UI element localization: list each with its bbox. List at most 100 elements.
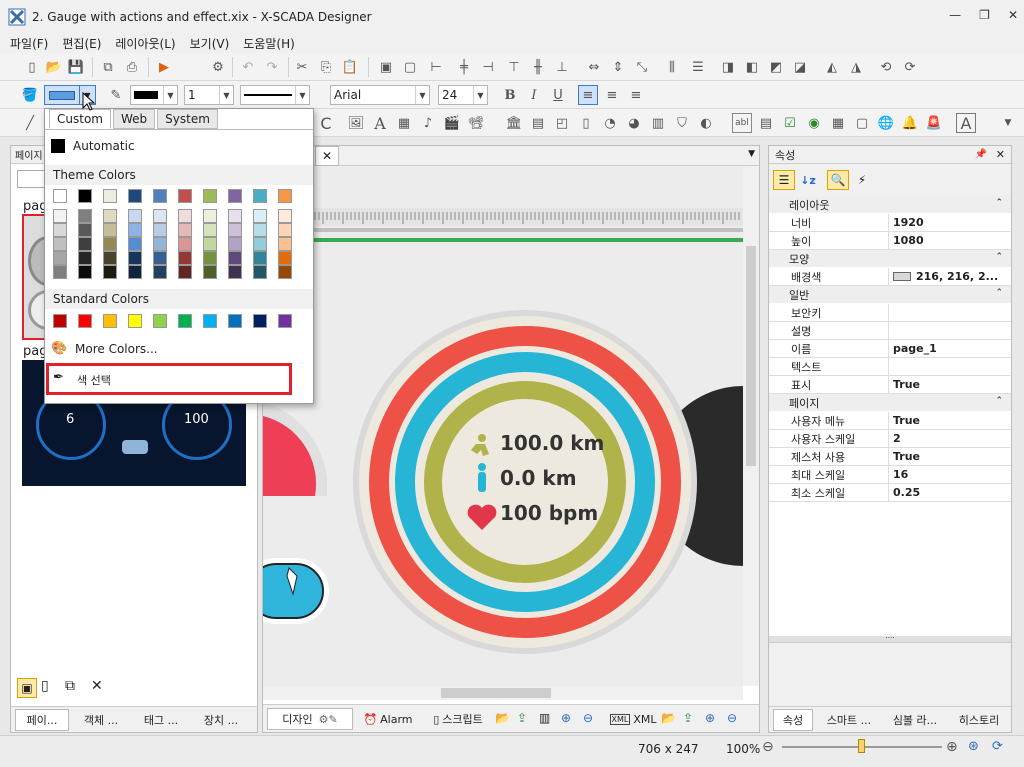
property-row[interactable]: 이름 page_1 bbox=[769, 340, 1011, 358]
same-size-icon[interactable]: ⤡ bbox=[632, 57, 652, 77]
radio-tool-icon[interactable]: ◉ bbox=[804, 113, 824, 133]
video-tool-icon[interactable]: 🎬 bbox=[442, 113, 462, 133]
theme-shade-swatch[interactable] bbox=[78, 209, 92, 223]
theme-shade-swatch[interactable] bbox=[103, 265, 117, 279]
theme-shade-swatch[interactable] bbox=[203, 209, 217, 223]
zoom-in-button[interactable]: ⊕ bbox=[946, 739, 958, 755]
undo-icon[interactable]: ↶ bbox=[238, 57, 258, 77]
theme-shade-swatch[interactable] bbox=[78, 251, 92, 265]
theme-shade-swatch[interactable] bbox=[128, 251, 142, 265]
gauge-linear-icon[interactable]: ▯ bbox=[576, 113, 596, 133]
theme-shade-swatch[interactable] bbox=[103, 251, 117, 265]
theme-shade-swatch[interactable] bbox=[153, 251, 167, 265]
vertical-scrollbar[interactable] bbox=[743, 166, 759, 686]
tab-devices[interactable]: 장치 ... bbox=[193, 709, 249, 731]
alarm-light-icon[interactable]: 🚨 bbox=[924, 113, 944, 133]
theme-shade-swatch[interactable] bbox=[178, 209, 192, 223]
backward-icon[interactable]: ◪ bbox=[790, 57, 810, 77]
theme-shade-swatch[interactable] bbox=[278, 251, 292, 265]
bar-tool-icon[interactable]: ▥ bbox=[648, 113, 668, 133]
script-open-icon[interactable]: 📂 bbox=[495, 711, 510, 725]
trend-tool-icon[interactable]: ◰ bbox=[552, 113, 572, 133]
menu-file[interactable]: 파일(F) bbox=[10, 35, 48, 52]
xml-zoom-out-icon[interactable]: ⊖ bbox=[727, 711, 737, 725]
property-value[interactable] bbox=[889, 322, 1011, 340]
categorized-icon[interactable]: ☰ bbox=[773, 170, 795, 190]
theme-color-swatch[interactable] bbox=[278, 189, 292, 203]
list-tool-icon[interactable]: ▤ bbox=[756, 113, 776, 133]
sort-az-icon[interactable]: ↓z bbox=[797, 170, 819, 190]
new-file-icon[interactable]: ▯ bbox=[22, 57, 42, 77]
theme-shade-swatch[interactable] bbox=[53, 265, 67, 279]
theme-shade-swatch[interactable] bbox=[278, 223, 292, 237]
group-icon[interactable]: ▣ bbox=[376, 57, 396, 77]
theme-shade-swatch[interactable] bbox=[203, 223, 217, 237]
horizontal-scroll-thumb[interactable] bbox=[441, 688, 551, 698]
grid-tool-icon[interactable]: ▦ bbox=[828, 113, 848, 133]
standard-color-swatch[interactable] bbox=[178, 314, 192, 328]
tab-tags[interactable]: 태그 ... bbox=[133, 709, 189, 731]
close-button[interactable]: ✕ bbox=[1008, 8, 1018, 22]
same-height-icon[interactable]: ⇕ bbox=[608, 57, 628, 77]
theme-shade-swatch[interactable] bbox=[228, 209, 242, 223]
property-category[interactable]: 레이아웃 bbox=[769, 196, 1011, 213]
standard-color-swatch[interactable] bbox=[203, 314, 217, 328]
xml-open-icon[interactable]: 📂 bbox=[661, 711, 676, 725]
align-left-icon[interactable]: ⊢ bbox=[426, 57, 446, 77]
chevron-down-icon[interactable]: ▼ bbox=[219, 86, 233, 104]
property-row[interactable]: 설명 bbox=[769, 322, 1011, 340]
menu-layout[interactable]: 레이아웃(L) bbox=[115, 35, 175, 52]
chevron-down-icon[interactable]: ▼ bbox=[295, 86, 309, 104]
cut-icon[interactable]: ✂ bbox=[292, 57, 312, 77]
theme-shade-swatch[interactable] bbox=[228, 265, 242, 279]
standard-color-swatch[interactable] bbox=[228, 314, 242, 328]
theme-color-swatch[interactable] bbox=[178, 189, 192, 203]
refresh-zoom-icon[interactable]: ⟳ bbox=[992, 739, 1003, 754]
chevron-up-icon[interactable]: ⌃ bbox=[995, 288, 1003, 298]
new-page-icon[interactable]: ▯ bbox=[41, 678, 49, 694]
theme-shade-swatch[interactable] bbox=[78, 265, 92, 279]
property-category[interactable]: 일반 bbox=[769, 286, 1011, 303]
property-value[interactable] bbox=[889, 358, 1011, 376]
line-style-select[interactable]: ▼ bbox=[240, 85, 310, 105]
theme-color-swatch[interactable] bbox=[53, 189, 67, 203]
events-view-icon[interactable]: ⚡ bbox=[851, 170, 873, 190]
theme-shade-swatch[interactable] bbox=[78, 223, 92, 237]
properties-view-icon[interactable]: 🔍 bbox=[827, 170, 849, 190]
align-center-icon[interactable]: ╪ bbox=[454, 57, 474, 77]
align-bottom-icon[interactable]: ⊥ bbox=[552, 57, 572, 77]
copy-page-icon[interactable]: ⧉ bbox=[65, 678, 75, 694]
tab-history[interactable]: 히스토리 bbox=[949, 709, 1009, 731]
panel-tool-icon[interactable]: ▤ bbox=[528, 113, 548, 133]
tab-list-icon[interactable]: ▼ bbox=[748, 149, 755, 159]
theme-shade-swatch[interactable] bbox=[153, 265, 167, 279]
distribute-v-icon[interactable]: ☰ bbox=[688, 57, 708, 77]
tab-web[interactable]: Web bbox=[112, 109, 156, 129]
theme-shade-swatch[interactable] bbox=[103, 237, 117, 251]
rotate-right-icon[interactable]: ⟳ bbox=[900, 57, 920, 77]
tab-xml[interactable]: XML XML bbox=[609, 708, 657, 730]
fit-zoom-icon[interactable]: ⊛ bbox=[968, 739, 979, 754]
property-value[interactable]: True bbox=[889, 376, 1011, 394]
align-middle-icon[interactable]: ╫ bbox=[528, 57, 548, 77]
tab-smart[interactable]: 스마트 ... bbox=[817, 709, 881, 731]
line-width-select[interactable]: 1 ▼ bbox=[184, 85, 234, 105]
property-value[interactable]: 0.25 bbox=[889, 484, 1011, 502]
theme-shade-swatch[interactable] bbox=[203, 265, 217, 279]
theme-color-swatch[interactable] bbox=[103, 189, 117, 203]
bell-tool-icon[interactable]: 🔔 bbox=[900, 113, 920, 133]
close-panel-icon[interactable]: ✕ bbox=[996, 148, 1005, 161]
property-row[interactable]: 너비 1920 bbox=[769, 214, 1011, 232]
theme-shade-swatch[interactable] bbox=[203, 237, 217, 251]
tab-symbol-library[interactable]: 심볼 라... bbox=[883, 709, 947, 731]
property-value[interactable]: 16 bbox=[889, 466, 1011, 484]
property-value[interactable]: True bbox=[889, 412, 1011, 430]
property-value[interactable]: 1920 bbox=[889, 214, 1011, 232]
property-row[interactable]: 표시 True bbox=[769, 376, 1011, 394]
arc-tool-icon[interactable]: C bbox=[316, 113, 336, 133]
fill-bucket-icon[interactable]: 🪣 bbox=[20, 85, 40, 105]
flip-h-icon[interactable]: ◭ bbox=[822, 57, 842, 77]
ungroup-icon[interactable]: ▢ bbox=[400, 57, 420, 77]
theme-shade-swatch[interactable] bbox=[178, 265, 192, 279]
save-all-icon[interactable]: ⧉ bbox=[98, 57, 118, 77]
